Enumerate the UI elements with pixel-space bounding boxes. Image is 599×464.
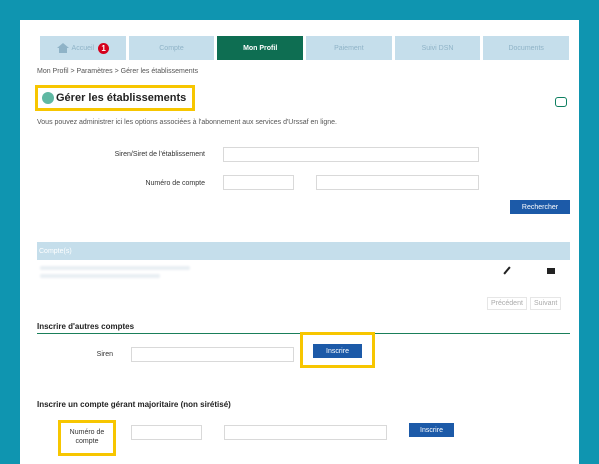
main-nav-tabs: Accueil 1 Compte Mon Profil Paiement Sui… xyxy=(40,36,570,60)
tab-compte[interactable]: Compte xyxy=(128,36,215,60)
siren-siret-label: Siren/Siret de l'établissement xyxy=(114,151,205,158)
other-accounts-title: Inscrire d'autres comptes xyxy=(37,322,135,331)
tab-paiement-label: Paiement xyxy=(334,44,364,52)
inscrire-other-button[interactable]: Inscrire xyxy=(313,344,362,358)
tab-documents-label: Documents xyxy=(508,44,544,52)
account-number-label: Numéro de compte xyxy=(145,180,205,187)
title-marker-icon xyxy=(42,92,54,104)
tab-documents[interactable]: Documents xyxy=(483,36,570,60)
blurred-account-line-2 xyxy=(40,274,160,278)
blurred-account-line-1 xyxy=(40,266,190,270)
siren-input[interactable] xyxy=(131,347,294,362)
edit-icon[interactable] xyxy=(503,266,511,275)
mail-icon[interactable] xyxy=(547,268,555,274)
manager-account-label-line2: compte xyxy=(75,438,99,445)
previous-button[interactable]: Précédent xyxy=(487,297,527,310)
tab-compte-label: Compte xyxy=(159,44,184,52)
home-icon xyxy=(56,43,69,53)
tab-paiement[interactable]: Paiement xyxy=(306,36,392,60)
account-number-input-2[interactable] xyxy=(316,175,479,190)
siren-label: Siren xyxy=(96,351,113,358)
manager-account-input-2[interactable] xyxy=(224,425,387,440)
intro-text: Vous pouvez administrer ici les options … xyxy=(37,119,337,126)
manager-account-number-label: Numéro de compte xyxy=(64,428,110,446)
account-number-input-1[interactable] xyxy=(223,175,294,190)
manager-account-label-line1: Numéro de xyxy=(69,429,105,436)
tab-suivi-dsn[interactable]: Suivi DSN xyxy=(394,36,481,60)
search-button[interactable]: Rechercher xyxy=(510,200,570,214)
page-frame: Accueil 1 Compte Mon Profil Paiement Sui… xyxy=(17,17,582,464)
manager-account-input-1[interactable] xyxy=(131,425,202,440)
breadcrumb: Mon Profil > Paramètres > Gérer les étab… xyxy=(37,68,199,75)
print-icon[interactable] xyxy=(555,97,567,107)
siren-siret-input[interactable] xyxy=(223,147,479,162)
tab-accueil-label: Accueil xyxy=(71,44,95,52)
inscrire-manager-button[interactable]: Inscrire xyxy=(409,423,454,437)
accounts-header: Compte(s) xyxy=(37,242,570,260)
tab-suivi-dsn-label: Suivi DSN xyxy=(421,44,454,52)
next-button[interactable]: Suivant xyxy=(530,297,562,310)
manager-account-title: Inscrire un compte gérant majoritaire (n… xyxy=(37,400,231,409)
page-title-highlight: Gérer les établissements xyxy=(35,85,195,111)
page-title: Gérer les établissements xyxy=(56,92,187,104)
notification-badge: 1 xyxy=(98,42,110,54)
tab-mon-profil[interactable]: Mon Profil xyxy=(217,36,304,60)
tab-accueil[interactable]: Accueil 1 xyxy=(40,36,126,60)
tab-mon-profil-label: Mon Profil xyxy=(243,44,278,52)
